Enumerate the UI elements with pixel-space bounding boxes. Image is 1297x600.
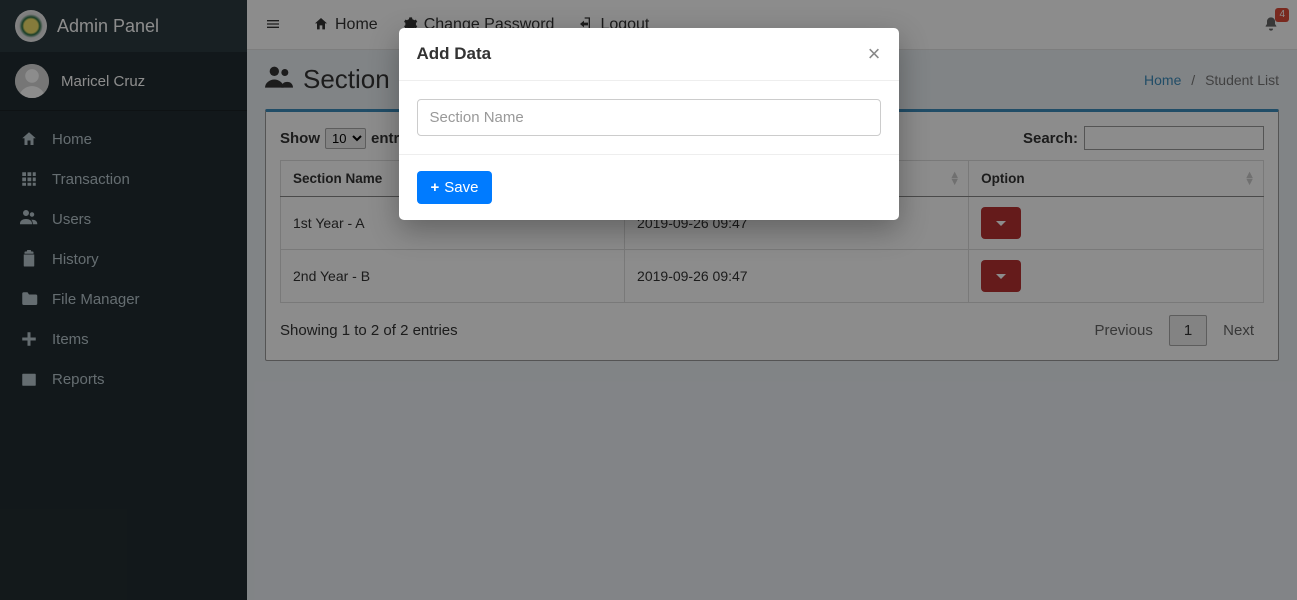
save-button-label: Save [444, 179, 478, 196]
modal-header: Add Data × [399, 28, 899, 81]
add-data-modal: Add Data × + Save [399, 28, 899, 220]
plus-icon: + [431, 179, 440, 196]
modal-close-button[interactable]: × [868, 43, 881, 65]
modal-title: Add Data [417, 44, 492, 64]
save-button[interactable]: + Save [417, 171, 493, 204]
section-name-input[interactable] [417, 99, 881, 136]
close-icon: × [868, 41, 881, 66]
